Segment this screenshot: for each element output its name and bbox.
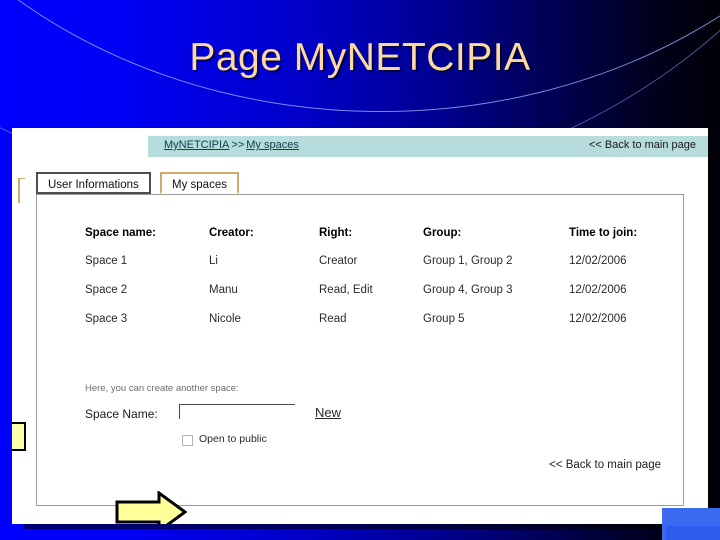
cell-group: Group 4, Group 3 bbox=[423, 284, 513, 296]
slide-canvas: Page MyNETCIPIA MyNETCIPIA >> My spaces <<… bbox=[0, 0, 720, 540]
open-to-public-label[interactable]: Open to public bbox=[199, 433, 267, 445]
breadcrumb-bar: MyNETCIPIA >> My spaces << Back to main pa… bbox=[148, 136, 708, 157]
cell-right: Read bbox=[319, 313, 347, 325]
cell-space-name: Space 1 bbox=[85, 255, 128, 267]
cell-group: Group 5 bbox=[423, 313, 465, 325]
table-row[interactable]: Space 2 Manu Read, Edit Group 4, Group 3… bbox=[85, 284, 665, 313]
cell-creator: Manu bbox=[209, 284, 238, 296]
embedded-browser-screenshot: MyNETCIPIA >> My spaces << Back to main pa… bbox=[12, 128, 708, 524]
space-name-input[interactable] bbox=[179, 404, 295, 419]
left-tan-corner-marker bbox=[18, 178, 25, 203]
back-to-main-page-link-bottom[interactable]: << Back to main page bbox=[549, 459, 661, 471]
left-yellow-highlight-marker bbox=[12, 422, 26, 451]
table-row[interactable]: Space 3 Nicole Read Group 5 12/02/2006 bbox=[85, 313, 665, 342]
header-space-name: Space name: bbox=[85, 227, 156, 239]
space-name-label: Space Name: bbox=[85, 407, 158, 421]
bottom-right-accent-bar-inner bbox=[666, 526, 720, 540]
cell-space-name: Space 2 bbox=[85, 284, 128, 296]
cell-right: Creator bbox=[319, 255, 358, 267]
table-row[interactable]: Space 1 Li Creator Group 1, Group 2 12/0… bbox=[85, 255, 665, 284]
content-panel: Space name: Creator: Right: Group: Time … bbox=[36, 194, 684, 524]
breadcrumb-link-root[interactable]: MyNETCIPIA bbox=[164, 139, 229, 151]
header-group: Group: bbox=[423, 227, 462, 239]
cell-time-to-join: 12/02/2006 bbox=[569, 284, 627, 296]
tab-user-informations[interactable]: User Informations bbox=[36, 172, 151, 194]
back-to-main-page-link-top[interactable]: << Back to main page bbox=[589, 139, 696, 151]
tab-my-spaces[interactable]: My spaces bbox=[160, 172, 239, 194]
cell-creator: Nicole bbox=[209, 313, 241, 325]
open-to-public-checkbox[interactable] bbox=[182, 435, 193, 446]
spaces-table: Space name: Creator: Right: Group: Time … bbox=[85, 227, 665, 342]
header-time-to-join: Time to join: bbox=[569, 227, 638, 239]
cell-time-to-join: 12/02/2006 bbox=[569, 255, 627, 267]
cell-time-to-join: 12/02/2006 bbox=[569, 313, 627, 325]
cell-right: Read, Edit bbox=[319, 284, 373, 296]
breadcrumb: MyNETCIPIA >> My spaces bbox=[164, 139, 299, 151]
breadcrumb-separator: >> bbox=[231, 139, 245, 151]
yellow-callout-arrow-icon bbox=[115, 491, 187, 524]
page-title: Page MyNETCIPIA bbox=[189, 36, 531, 79]
breadcrumb-link-current[interactable]: My spaces bbox=[246, 139, 299, 151]
new-space-button[interactable]: New bbox=[315, 405, 341, 420]
cell-creator: Li bbox=[209, 255, 218, 267]
cell-group: Group 1, Group 2 bbox=[423, 255, 513, 267]
header-right: Right: bbox=[319, 227, 353, 239]
create-space-hint: Here, you can create another space: bbox=[85, 383, 239, 394]
header-creator: Creator: bbox=[209, 227, 254, 239]
table-header-row: Space name: Creator: Right: Group: Time … bbox=[85, 227, 665, 255]
cell-space-name: Space 3 bbox=[85, 313, 128, 325]
